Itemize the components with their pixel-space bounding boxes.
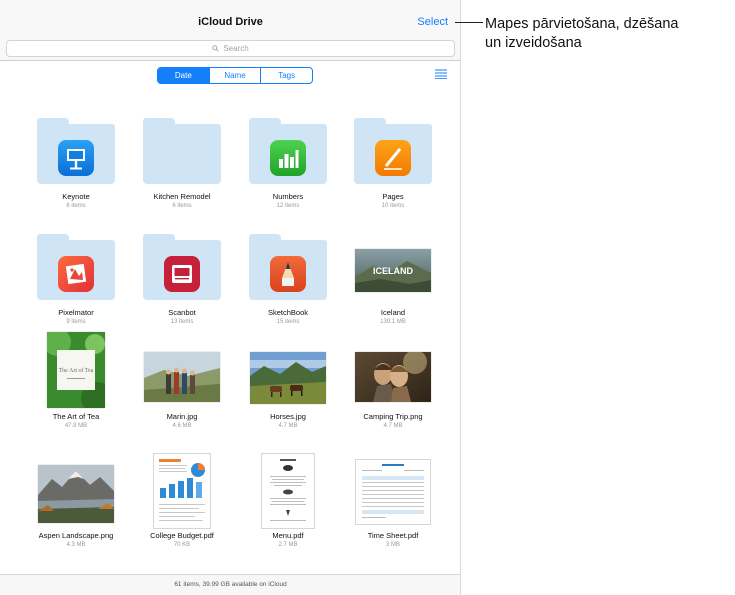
- file-item[interactable]: Marin.jpg 4.6 MB: [132, 322, 232, 431]
- search-placeholder: Search: [223, 44, 249, 53]
- folder-icon: [249, 118, 327, 184]
- camping-photo-thumbnail: [355, 352, 431, 402]
- pages-icon: [375, 140, 411, 176]
- folder-item[interactable]: Pages 10 items: [343, 100, 443, 211]
- pixelmator-icon: [58, 256, 94, 292]
- item-meta: 6 items: [66, 203, 86, 209]
- folder-icon: [143, 118, 221, 184]
- scanbot-icon: [164, 256, 200, 292]
- timesheet-pdf-thumbnail: [355, 459, 431, 525]
- sort-tab-name[interactable]: Name: [208, 68, 261, 83]
- item-name: College Budget.pdf: [150, 531, 214, 540]
- keynote-icon: [58, 140, 94, 176]
- callout-line-1: Mapes pārvietošana, dzēšana: [485, 16, 679, 32]
- folder-icon: [37, 118, 115, 184]
- folder-icon: [354, 118, 432, 184]
- file-item[interactable]: ICELAND Iceland 139.1 MB: [343, 216, 443, 327]
- hikers-photo-thumbnail: [144, 352, 220, 402]
- search-icon: [212, 45, 220, 52]
- file-item[interactable]: Camping Trip.png 4.7 MB: [343, 322, 443, 431]
- iceland-landscape-thumbnail: ICELAND: [355, 249, 431, 292]
- file-item[interactable]: Aspen Landscape.png 4.3 MB: [26, 441, 126, 550]
- file-item[interactable]: College Budget.pdf 70 KB: [132, 441, 232, 550]
- item-name: Scanbot: [168, 308, 196, 317]
- mountain-photo-thumbnail: [38, 465, 114, 523]
- item-name: Aspen Landscape.png: [38, 531, 114, 540]
- file-item[interactable]: Menu.pdf 2.7 MB: [238, 441, 338, 550]
- item-meta: 12 items: [276, 203, 300, 209]
- budget-pdf-thumbnail: [153, 453, 211, 529]
- folder-item[interactable]: SketchBook 15 items: [238, 216, 338, 327]
- folder-item[interactable]: Scanbot 13 items: [132, 216, 232, 327]
- folder-item[interactable]: Kitchen Remodel 6 items: [132, 100, 232, 211]
- folder-icon: [143, 234, 221, 300]
- item-meta: 6 items: [172, 203, 192, 209]
- item-name: SketchBook: [267, 308, 309, 317]
- item-meta: 3 MB: [385, 542, 400, 548]
- item-name: Menu.pdf: [272, 531, 304, 540]
- item-meta: 4.3 MB: [66, 542, 86, 548]
- callout-line-2: un izveidošana: [485, 35, 582, 51]
- item-meta: 10 items: [381, 203, 405, 209]
- item-meta: 4.7 MB: [383, 423, 403, 429]
- folder-icon: [37, 234, 115, 300]
- file-item[interactable]: Time Sheet.pdf 3 MB: [343, 441, 443, 550]
- item-meta: 4.7 MB: [278, 423, 298, 429]
- page-title: iCloud Drive: [198, 16, 263, 28]
- numbers-icon: [270, 140, 306, 176]
- item-meta: 70 KB: [173, 542, 191, 548]
- item-name: Keynote: [62, 192, 90, 201]
- item-name: Camping Trip.png: [363, 412, 423, 421]
- item-name: Time Sheet.pdf: [367, 531, 419, 540]
- sort-tab-date[interactable]: Date: [158, 68, 209, 83]
- iceland-overlay-text: ICELAND: [373, 266, 413, 276]
- icloud-drive-screen: iCloud Drive Select Search Date Name Tag…: [0, 0, 461, 595]
- book-cover-title: The Art of Tea: [59, 367, 94, 374]
- item-meta: 2.7 MB: [278, 542, 298, 548]
- item-meta: 47.9 MB: [64, 423, 88, 429]
- item-name: Horses.jpg: [270, 412, 306, 421]
- folder-item[interactable]: Numbers 12 items: [238, 100, 338, 211]
- horses-photo-thumbnail: [250, 352, 326, 404]
- item-name: The Art of Tea: [52, 412, 100, 421]
- item-name: Numbers: [272, 192, 304, 201]
- search-input[interactable]: Search: [6, 40, 455, 57]
- navigation-bar: iCloud Drive Select: [0, 0, 460, 38]
- sort-tab-tags[interactable]: Tags: [260, 68, 312, 83]
- item-name: Pages: [382, 192, 404, 201]
- item-name: Marin.jpg: [166, 412, 198, 421]
- select-button[interactable]: Select: [417, 16, 448, 28]
- callout-annotation: Mapes pārvietošana, dzēšana un izveidoša…: [485, 15, 678, 53]
- callout-line: [455, 22, 483, 23]
- item-meta: 4.6 MB: [172, 423, 192, 429]
- sketchbook-icon: [270, 256, 306, 292]
- search-bar: Search: [0, 38, 460, 61]
- book-cover-thumbnail: The Art of Tea: [47, 332, 105, 408]
- folder-icon: [249, 234, 327, 300]
- storage-status: 61 items, 39.99 GB available on iCloud: [0, 574, 460, 595]
- folder-item[interactable]: Keynote 6 items: [26, 100, 126, 211]
- list-view-icon[interactable]: [435, 69, 447, 79]
- file-item[interactable]: The Art of Tea The Art of Tea 47.9 MB: [26, 322, 126, 431]
- file-item[interactable]: Horses.jpg 4.7 MB: [238, 322, 338, 431]
- sort-segmented-control: Date Name Tags: [157, 67, 313, 84]
- item-name: Kitchen Remodel: [153, 192, 211, 201]
- folder-item[interactable]: Pixelmator 9 items: [26, 216, 126, 327]
- item-name: Pixelmator: [58, 308, 94, 317]
- menu-pdf-thumbnail: [261, 453, 315, 529]
- item-name: Iceland: [380, 308, 406, 317]
